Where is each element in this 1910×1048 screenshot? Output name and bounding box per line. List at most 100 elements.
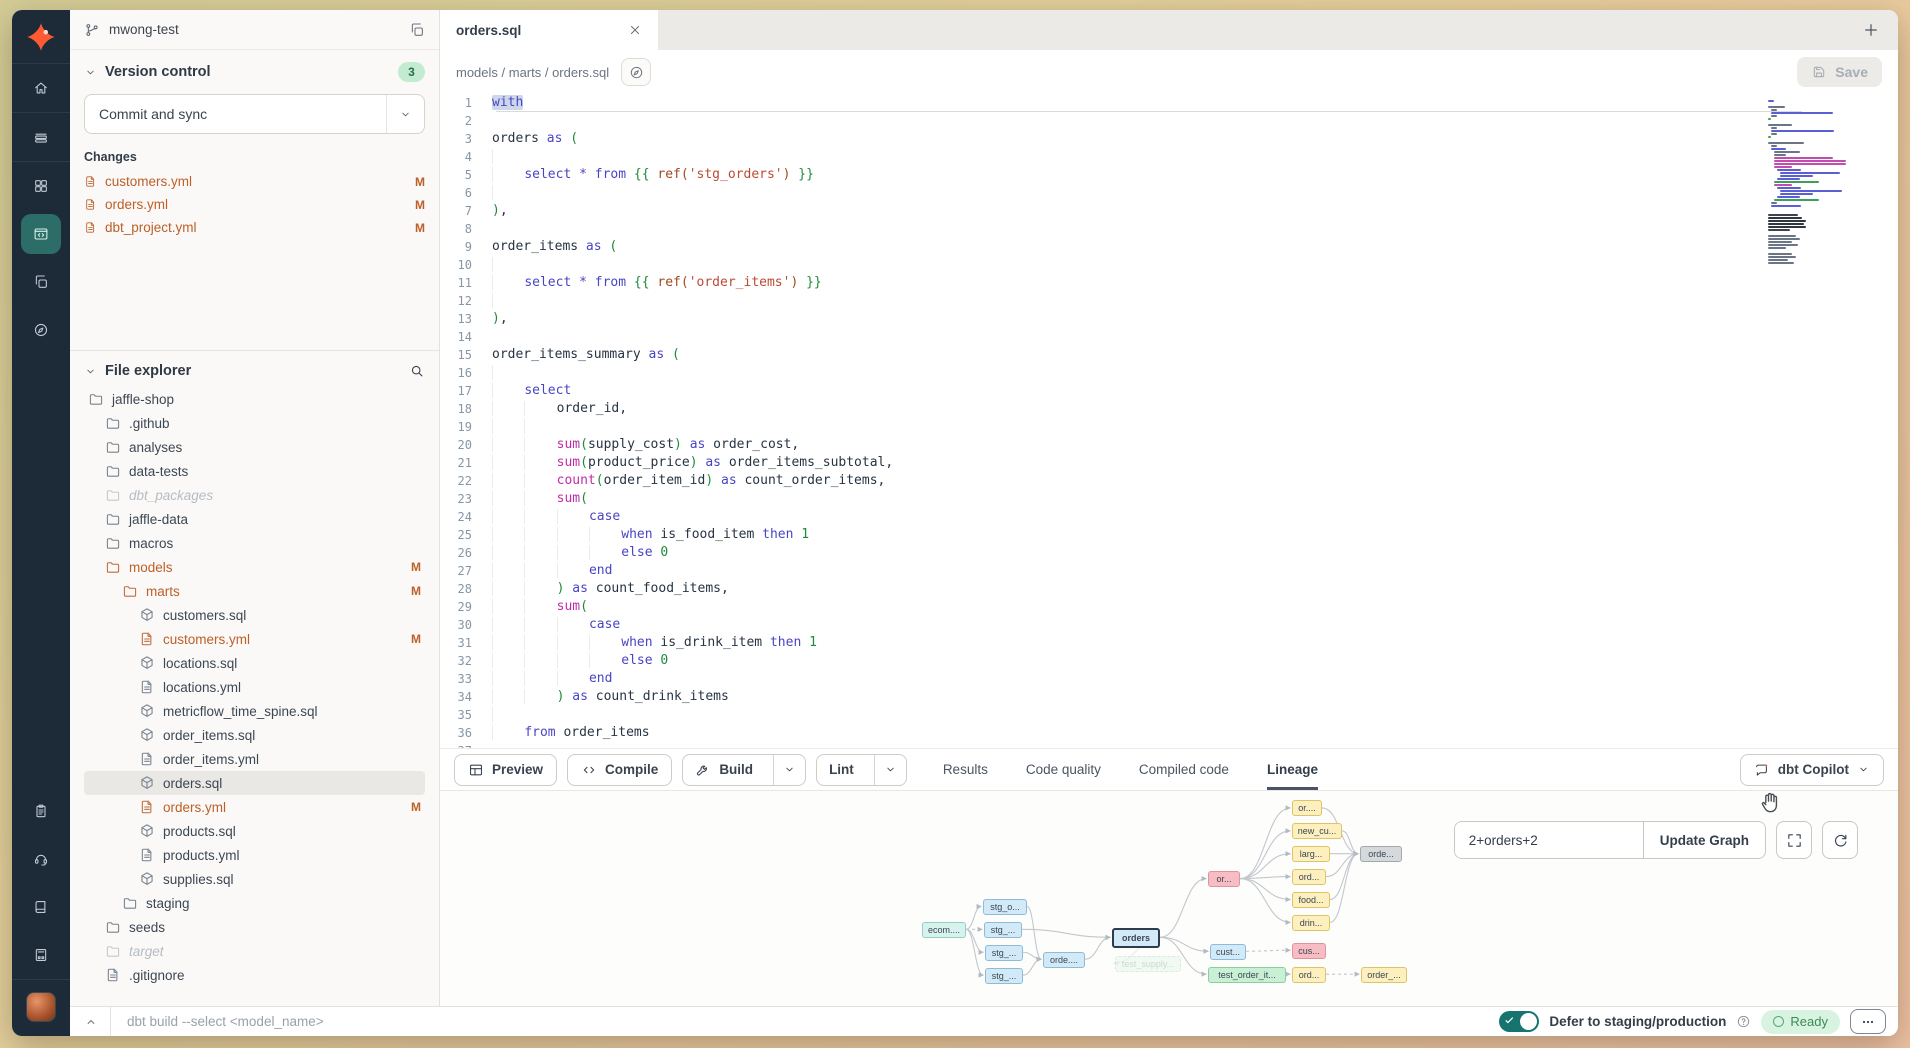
file-tree-item[interactable]: order_items.yml bbox=[84, 747, 425, 771]
file-tree-item[interactable]: staging bbox=[84, 891, 425, 915]
rail-home-icon[interactable] bbox=[12, 64, 70, 112]
chevron-down-icon[interactable] bbox=[84, 365, 97, 378]
file-tree-item[interactable]: jaffle-data bbox=[84, 507, 425, 531]
file-tree-item[interactable]: .github bbox=[84, 411, 425, 435]
lineage-node-ecom[interactable]: ecom.... bbox=[922, 922, 966, 938]
lineage-node-ord_a[interactable]: ord... bbox=[1292, 869, 1326, 885]
lineage-node-test_supply[interactable]: test_supply... bbox=[1115, 956, 1181, 972]
editor-minimap[interactable] bbox=[1768, 100, 1846, 265]
lineage-node-stg_2[interactable]: stg_... bbox=[985, 945, 1023, 961]
new-tab-button[interactable] bbox=[1844, 10, 1898, 50]
chevron-down-icon[interactable] bbox=[84, 66, 97, 79]
file-tree-item[interactable]: metricflow_time_spine.sql bbox=[84, 699, 425, 723]
rail-copy-icon[interactable] bbox=[12, 258, 70, 306]
rail-compass-icon[interactable] bbox=[12, 306, 70, 354]
build-dropdown-chevron-icon[interactable] bbox=[773, 755, 805, 785]
folder-icon bbox=[105, 943, 121, 959]
user-avatar[interactable] bbox=[26, 992, 56, 1022]
preview-button[interactable]: Preview bbox=[454, 754, 557, 786]
file-tree-item[interactable]: dbt_packages bbox=[84, 483, 425, 507]
lineage-selector-input[interactable] bbox=[1455, 822, 1643, 858]
results-tab-lineage[interactable]: Lineage bbox=[1267, 749, 1318, 790]
file-tree-item[interactable]: products.sql bbox=[84, 819, 425, 843]
rail-ide-icon[interactable] bbox=[12, 210, 70, 258]
lineage-node-orders[interactable]: orders bbox=[1112, 928, 1160, 948]
file-tree-item[interactable]: modelsM bbox=[84, 555, 425, 579]
file-tree-item[interactable]: martsM bbox=[84, 579, 425, 603]
lineage-node-order_f[interactable]: order_... bbox=[1361, 967, 1407, 983]
duplicate-icon[interactable] bbox=[409, 22, 425, 38]
file-tree-item[interactable]: orders.ymlM bbox=[84, 795, 425, 819]
file-icon bbox=[84, 221, 97, 234]
file-tree-item[interactable]: analyses bbox=[84, 435, 425, 459]
file-tree-item[interactable]: order_items.sql bbox=[84, 723, 425, 747]
lineage-node-cus_p[interactable]: cus... bbox=[1292, 943, 1326, 959]
lineage-node-stg_1[interactable]: stg_... bbox=[984, 922, 1022, 938]
dbt-copilot-button[interactable]: dbt Copilot bbox=[1740, 754, 1884, 786]
lineage-node-new_cu[interactable]: new_cu... bbox=[1292, 823, 1342, 839]
lint-dropdown-chevron-icon[interactable] bbox=[874, 755, 906, 785]
defer-toggle[interactable] bbox=[1499, 1011, 1539, 1032]
rail-docs-icon[interactable] bbox=[12, 883, 70, 931]
file-tree-item[interactable]: .gitignore bbox=[84, 963, 425, 987]
dbt-logo-icon[interactable] bbox=[12, 10, 70, 64]
results-tab-compiled-code[interactable]: Compiled code bbox=[1139, 749, 1229, 790]
lineage-node-food[interactable]: food... bbox=[1292, 892, 1330, 908]
file-tree-item[interactable]: orders.sql bbox=[84, 771, 425, 795]
file-tree-item[interactable]: customers.sql bbox=[84, 603, 425, 627]
more-options-button[interactable] bbox=[1850, 1009, 1886, 1034]
lineage-node-orde_m[interactable]: orde.... bbox=[1043, 952, 1085, 968]
results-tab-results[interactable]: Results bbox=[943, 749, 988, 790]
update-graph-button[interactable]: Update Graph bbox=[1643, 822, 1765, 858]
fullscreen-button[interactable] bbox=[1776, 821, 1812, 859]
rail-support-icon[interactable] bbox=[12, 835, 70, 883]
file-tree-item[interactable]: products.yml bbox=[84, 843, 425, 867]
lineage-node-larg[interactable]: larg... bbox=[1292, 846, 1330, 862]
command-input[interactable]: dbt build --select <model_name> bbox=[127, 1014, 324, 1029]
code-editor[interactable]: 1with23orders as (4 5 select * from {{ r… bbox=[440, 94, 1898, 748]
folder-icon bbox=[105, 919, 121, 935]
changed-file[interactable]: orders.ymlM bbox=[84, 193, 425, 216]
lineage-node-or_p[interactable]: or... bbox=[1208, 871, 1240, 887]
tab-orders-sql[interactable]: orders.sql bbox=[440, 10, 658, 50]
code-line: 29 sum( bbox=[440, 598, 1898, 616]
file-tree-item[interactable]: target bbox=[84, 939, 425, 963]
rail-dashboard-icon[interactable] bbox=[12, 162, 70, 210]
file-name: staging bbox=[146, 896, 190, 911]
model-icon bbox=[139, 871, 155, 887]
rail-stack-icon[interactable] bbox=[12, 113, 70, 161]
file-tree-item[interactable]: locations.sql bbox=[84, 651, 425, 675]
lineage-node-test_oi[interactable]: test_order_it... bbox=[1208, 967, 1286, 983]
commit-dropdown-chevron-icon[interactable] bbox=[386, 95, 424, 133]
file-tree-item[interactable]: locations.yml bbox=[84, 675, 425, 699]
search-icon[interactable] bbox=[409, 363, 425, 379]
save-button[interactable]: Save bbox=[1797, 57, 1882, 87]
lineage-node-orde_g[interactable]: orde... bbox=[1360, 846, 1402, 862]
rail-terminal-icon[interactable] bbox=[12, 931, 70, 979]
changed-file[interactable]: dbt_project.ymlM bbox=[84, 216, 425, 239]
results-tab-code-quality[interactable]: Code quality bbox=[1026, 749, 1101, 790]
rail-clipboard-icon[interactable] bbox=[12, 787, 70, 835]
lineage-node-stg_3[interactable]: stg_... bbox=[985, 968, 1023, 984]
changed-file[interactable]: customers.ymlM bbox=[84, 170, 425, 193]
file-tree-item[interactable]: data-tests bbox=[84, 459, 425, 483]
open-in-explore-button[interactable] bbox=[621, 58, 651, 86]
lineage-node-or_y[interactable]: or.... bbox=[1292, 800, 1322, 816]
commit-and-sync-select[interactable]: Commit and sync bbox=[84, 94, 425, 134]
lineage-node-ord_b[interactable]: ord... bbox=[1292, 967, 1326, 983]
file-tree-item[interactable]: macros bbox=[84, 531, 425, 555]
file-tree-item[interactable]: supplies.sql bbox=[84, 867, 425, 891]
lineage-node-stg_o[interactable]: stg_o... bbox=[983, 899, 1027, 915]
help-icon[interactable] bbox=[1736, 1014, 1751, 1029]
refresh-button[interactable] bbox=[1822, 821, 1858, 859]
file-tree-item[interactable]: seeds bbox=[84, 915, 425, 939]
file-tree-item[interactable]: jaffle-shop bbox=[84, 387, 425, 411]
lint-button[interactable]: Lint bbox=[816, 754, 907, 786]
file-tree-item[interactable]: customers.ymlM bbox=[84, 627, 425, 651]
compile-button[interactable]: Compile bbox=[567, 754, 672, 786]
build-button[interactable]: Build bbox=[682, 754, 806, 786]
lineage-node-cust[interactable]: cust... bbox=[1210, 944, 1246, 960]
lineage-node-drin[interactable]: drin... bbox=[1292, 915, 1330, 931]
close-tab-icon[interactable] bbox=[628, 23, 642, 37]
expand-panel-button[interactable] bbox=[80, 1015, 102, 1029]
